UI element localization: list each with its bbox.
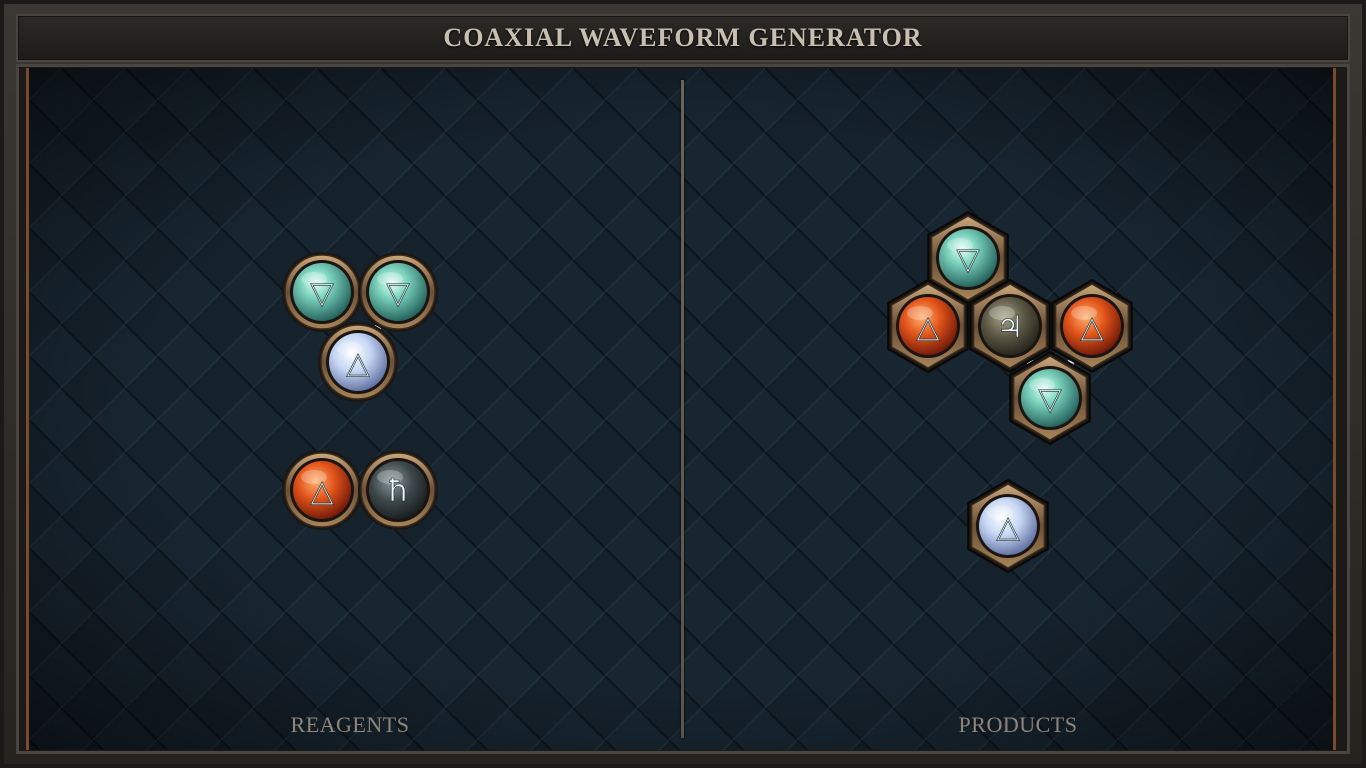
- air-triangle-icon: △: [996, 510, 1019, 545]
- reagent-atom-lead[interactable]: ħ: [358, 450, 438, 530]
- reagent-atom-fire[interactable]: △: [282, 450, 362, 530]
- product-atom-fire[interactable]: △: [1051, 278, 1133, 374]
- molecule-layer: ▽ ▽ △ △ ħ ▽ △ ♃ △ ▽ △: [282, 210, 1133, 574]
- fire-triangle-icon: △: [916, 310, 939, 345]
- reagent-atom-salt[interactable]: ▽: [358, 252, 438, 332]
- product-atom-air[interactable]: △: [967, 478, 1049, 574]
- air-triangle-icon: △: [346, 346, 369, 381]
- reagents-label: REAGENTS: [290, 712, 410, 737]
- water-triangle-icon: ▽: [956, 242, 979, 277]
- water-triangle-icon: ▽: [310, 276, 333, 311]
- tin-symbol-icon: ♃: [997, 310, 1024, 345]
- products-label: PRODUCTS: [958, 712, 1078, 737]
- reagent-atom-air[interactable]: △: [318, 322, 398, 402]
- reagent-atom-salt[interactable]: ▽: [282, 252, 362, 332]
- fire-triangle-icon: △: [1080, 310, 1103, 345]
- fire-triangle-icon: △: [310, 474, 333, 509]
- lead-symbol-icon: ħ: [388, 474, 409, 509]
- water-triangle-icon: ▽: [386, 276, 409, 311]
- atoms-group: ▽ ▽ △ △ ħ ▽ △ ♃ △ ▽ △: [282, 210, 1133, 574]
- water-triangle-icon: ▽: [1038, 382, 1061, 417]
